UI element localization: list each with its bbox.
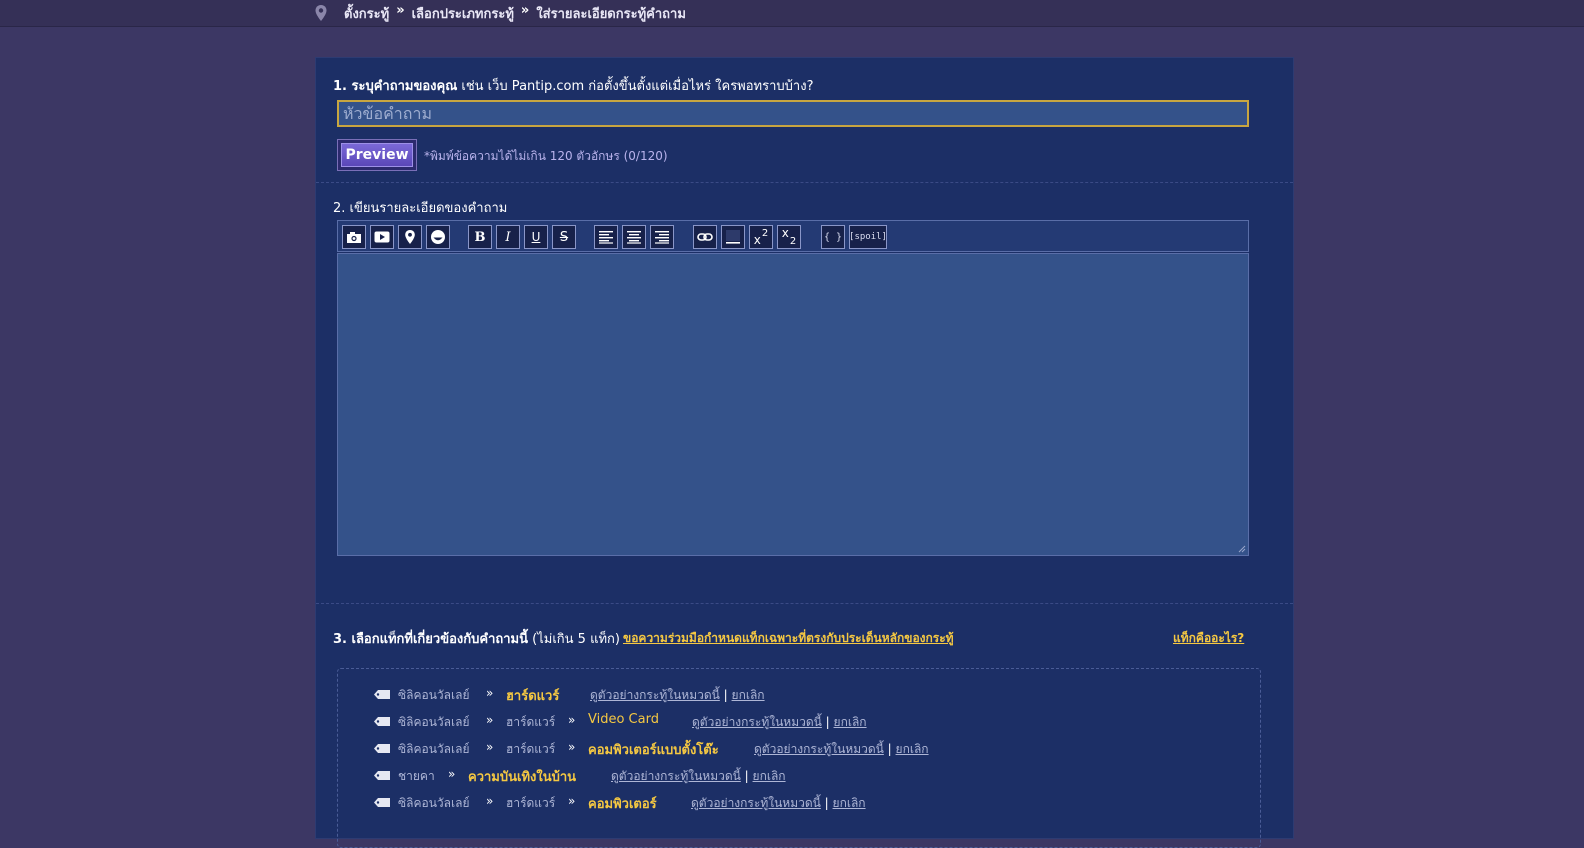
emoticon-icon: [431, 230, 445, 244]
what-is-tag-link[interactable]: แท็กคืออะไร?: [1173, 629, 1244, 648]
spoiler-button[interactable]: [spoil]: [849, 225, 887, 249]
breadcrumb-item-create[interactable]: ตั้งกระทู้: [344, 3, 389, 24]
tag-path-item: ซิลิคอนวัลเลย์: [398, 715, 470, 729]
tag-path-item: ฮาร์ดแวร์: [506, 796, 556, 810]
align-left-button[interactable]: [594, 225, 618, 249]
tag-cooperation-link[interactable]: ขอความร่วมมือกำหนดแท็กเฉพาะที่ตรงกับประเ…: [623, 629, 954, 648]
resize-grip-icon[interactable]: [1238, 545, 1246, 553]
cancel-tag-link[interactable]: ยกเลิก: [833, 796, 866, 810]
horizontal-rule-icon: [726, 230, 740, 244]
question-detail-textarea[interactable]: [337, 253, 1249, 556]
camera-icon: [347, 231, 361, 243]
location-pin-icon: [315, 5, 327, 21]
new-topic-form: 1. ระบุคำถามของคุณ เช่น เว็บ Pantip.com …: [315, 57, 1294, 848]
subscript-button[interactable]: x2: [777, 225, 801, 249]
tag-selected-name: Video Card: [588, 712, 659, 727]
bold-button[interactable]: B: [468, 225, 492, 249]
cancel-tag-link[interactable]: ยกเลิก: [834, 715, 867, 729]
tag-path-separator: »: [486, 740, 494, 754]
strikethrough-button[interactable]: S: [552, 225, 576, 249]
align-center-icon: [627, 231, 641, 244]
question-title-input[interactable]: [337, 100, 1249, 127]
tag-selected-name: ฮาร์ดแวร์: [506, 689, 560, 704]
superscript-exponent: 2: [761, 227, 769, 239]
map-pin-icon: [405, 230, 415, 244]
subscript-base: x: [781, 226, 789, 240]
selected-tags-box: ซิลิคอนวัลเลย์ » ฮาร์ดแวร์ ดูตัวอย่างกระ…: [337, 668, 1261, 848]
insert-emoticon-button[interactable]: [426, 225, 450, 249]
preview-button[interactable]: Preview: [341, 143, 413, 167]
tag-icon: [374, 744, 390, 753]
view-category-link[interactable]: ดูตัวอย่างกระทู้ในหมวดนี้: [590, 688, 720, 702]
breadcrumb-separator: »: [396, 3, 405, 18]
cancel-tag-link[interactable]: ยกเลิก: [896, 742, 929, 756]
tag-path-separator: »: [486, 713, 494, 727]
tag-path-item: ซิลิคอนวัลเลย์: [398, 796, 470, 810]
align-center-button[interactable]: [622, 225, 646, 249]
tag-path-separator: »: [568, 713, 576, 727]
cancel-tag-link[interactable]: ยกเลิก: [753, 769, 786, 783]
tag-selected-name: ความบันเทิงในบ้าน: [468, 770, 577, 785]
insert-link-button[interactable]: [693, 225, 717, 249]
subscript-exponent: 2: [789, 235, 797, 247]
insert-map-button[interactable]: [398, 225, 422, 249]
tag-section-label: 3. เลือกแท็กที่เกี่ยวข้องกับคำถามนี้ (ไม…: [333, 632, 620, 647]
link-icon: [697, 233, 713, 241]
tag-path-separator: »: [448, 767, 456, 781]
superscript-base: x: [753, 233, 761, 247]
tag-selected-name: คอมพิวเตอร์: [588, 797, 657, 812]
preview-button-frame: Preview: [337, 139, 417, 171]
align-right-icon: [655, 231, 669, 244]
breadcrumb-separator: »: [520, 3, 530, 18]
breadcrumb: ตั้งกระทู้ » เลือกประเภทกระทู้ » ใส่รายล…: [344, 3, 686, 24]
align-right-button[interactable]: [650, 225, 674, 249]
underline-button[interactable]: U: [524, 225, 548, 249]
tag-icon: [374, 717, 390, 726]
breadcrumb-item-current: ใส่รายละเอียดกระทู้คำถาม: [536, 7, 686, 22]
insert-video-button[interactable]: [370, 225, 394, 249]
code-button[interactable]: { }: [821, 225, 845, 249]
breadcrumb-bar: ตั้งกระทู้ » เลือกประเภทกระทู้ » ใส่รายล…: [0, 0, 1584, 27]
view-category-link[interactable]: ดูตัวอย่างกระทู้ในหมวดนี้: [692, 715, 822, 729]
editor-toolbar: B I U S x2 x2 {} [spoil]: [337, 220, 1249, 252]
cancel-tag-link[interactable]: ยกเลิก: [732, 688, 765, 702]
tag-path-item: ฮาร์ดแวร์: [506, 742, 556, 756]
tag-icon: [374, 771, 390, 780]
superscript-button[interactable]: x2: [749, 225, 773, 249]
tag-selected-name: คอมพิวเตอร์แบบตั้งโต๊ะ: [588, 743, 719, 758]
video-play-icon: [374, 231, 390, 243]
italic-button[interactable]: I: [496, 225, 520, 249]
question-detail-label: 2. เขียนรายละเอียดของคำถาม: [333, 201, 508, 216]
tag-path-separator: »: [568, 740, 576, 754]
horizontal-rule-button[interactable]: [721, 225, 745, 249]
tag-path-separator: »: [486, 686, 494, 700]
question-detail-section: 2. เขียนรายละเอียดของคำถาม B I U S x 2 x…: [316, 183, 1293, 604]
tag-path-separator: »: [568, 794, 576, 808]
view-category-link[interactable]: ดูตัวอย่างกระทู้ในหมวดนี้: [754, 742, 884, 756]
tag-section: 3. เลือกแท็กที่เกี่ยวข้องกับคำถามนี้ (ไม…: [316, 604, 1293, 848]
question-title-label: 1. ระบุคำถามของคุณ เช่น เว็บ Pantip.com …: [333, 79, 814, 94]
tag-path-item: ชายคา: [398, 769, 435, 783]
title-char-limit-hint: *พิมพ์ข้อความได้ไม่เกิน 120 ตัวอักษร (0/…: [424, 149, 668, 163]
tag-icon: [374, 798, 390, 807]
tag-path-separator: »: [486, 794, 494, 808]
tag-path-item: ซิลิคอนวัลเลย์: [398, 742, 470, 756]
tag-icon: [374, 690, 390, 699]
breadcrumb-item-choose-type[interactable]: เลือกประเภทกระทู้: [412, 3, 514, 24]
insert-image-button[interactable]: [342, 225, 366, 249]
tag-path-item: ฮาร์ดแวร์: [506, 715, 556, 729]
view-category-link[interactable]: ดูตัวอย่างกระทู้ในหมวดนี้: [611, 769, 741, 783]
align-left-icon: [599, 231, 613, 244]
tag-path-item: ซิลิคอนวัลเลย์: [398, 688, 470, 702]
question-title-section: 1. ระบุคำถามของคุณ เช่น เว็บ Pantip.com …: [316, 58, 1293, 183]
view-category-link[interactable]: ดูตัวอย่างกระทู้ในหมวดนี้: [691, 796, 821, 810]
